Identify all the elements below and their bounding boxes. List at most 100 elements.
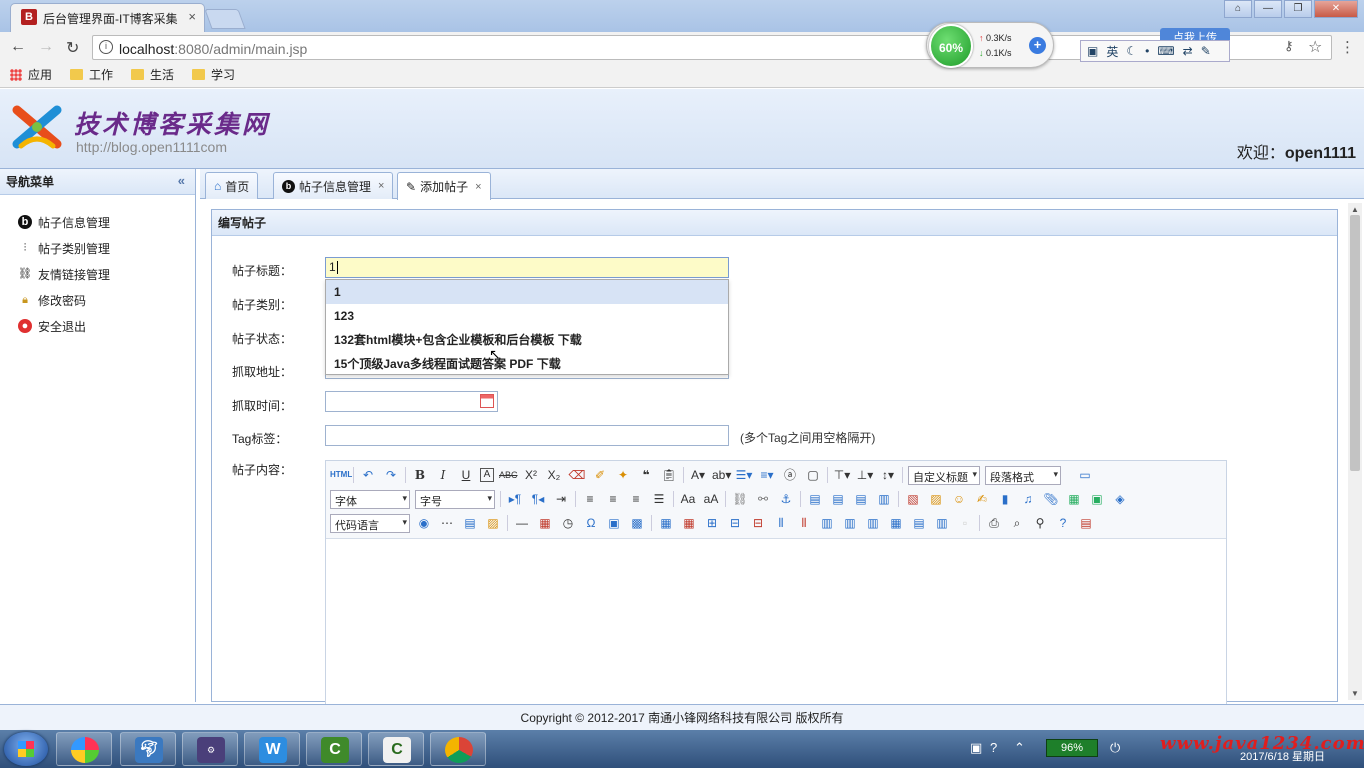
map-icon[interactable]: ▦ — [1065, 490, 1083, 508]
browser-menu-icon[interactable]: ⋮ — [1340, 38, 1355, 56]
info-icon[interactable]: i — [99, 40, 113, 54]
attachment-icon[interactable]: 📎︎ — [1042, 490, 1060, 508]
font-select[interactable]: 字体 — [330, 489, 410, 509]
scrawl-icon[interactable]: ✍ — [973, 490, 991, 508]
align-left-icon[interactable]: ≡ — [581, 490, 599, 508]
autocomplete-item[interactable]: 132套html模块+包含企业模板和后台模板 下载 — [326, 328, 728, 352]
taskbar-app-javaee[interactable]: ⚙ — [182, 732, 238, 766]
ltr-icon[interactable]: ▸¶ — [506, 490, 524, 508]
delete-col-icon[interactable]: ⫴ — [795, 514, 813, 532]
insert-table-icon[interactable]: ▦ — [657, 514, 675, 532]
help-icon[interactable]: ? — [1054, 514, 1072, 532]
merge-right-icon[interactable]: ▥ — [841, 514, 859, 532]
bookmark-life[interactable]: 生活 — [131, 66, 174, 83]
image-center-icon[interactable]: ▥ — [875, 490, 893, 508]
music-icon[interactable]: ♫ — [1019, 490, 1037, 508]
link-icon[interactable]: ⛓ — [731, 490, 749, 508]
image-left-icon[interactable]: ▤ — [829, 490, 847, 508]
underline-icon[interactable]: U — [457, 466, 475, 484]
bookmark-work[interactable]: 工作 — [70, 66, 113, 83]
subscript-icon[interactable]: X₂ — [545, 466, 563, 484]
gmap-icon[interactable]: ▣ — [1088, 490, 1106, 508]
superscript-icon[interactable]: X² — [522, 466, 540, 484]
horizontal-rule-icon[interactable]: — — [513, 514, 531, 532]
taskbar-app-mysql[interactable]: 🐬︎ — [120, 732, 176, 766]
title-input[interactable]: 1 — [325, 257, 729, 278]
search-replace-icon[interactable]: ⚲ — [1031, 514, 1049, 532]
lowercase-icon[interactable]: aA — [702, 490, 720, 508]
scroll-down-icon[interactable]: ▼ — [1351, 689, 1359, 698]
bold-icon[interactable]: B — [411, 466, 429, 484]
html-source-icon[interactable]: HTML — [330, 466, 352, 484]
web-app-icon[interactable]: ◉ — [415, 514, 433, 532]
scroll-up-icon[interactable]: ▲ — [1351, 205, 1359, 214]
fullscreen-icon[interactable]: ▭ — [1076, 466, 1094, 484]
close-tab-icon[interactable]: × — [188, 9, 196, 24]
ordered-list-icon[interactable]: ☰▾ — [735, 466, 753, 484]
tag-input[interactable] — [325, 425, 729, 446]
arrows-icon[interactable]: ⇄ — [1183, 44, 1193, 58]
undo-icon[interactable]: ↶ — [359, 466, 377, 484]
page-break-icon[interactable]: ⋯ — [438, 514, 456, 532]
user-icon[interactable]: ⌂ — [1224, 0, 1252, 18]
insert-row-icon[interactable]: ⊟ — [726, 514, 744, 532]
redo-icon[interactable]: ↷ — [382, 466, 400, 484]
wrench-icon[interactable]: ✎ — [1201, 44, 1211, 58]
strikethrough-icon[interactable]: ABC — [499, 466, 518, 484]
eraser-icon[interactable]: ⌫ — [568, 466, 586, 484]
background-icon[interactable]: ▨ — [484, 514, 502, 532]
vertical-scrollbar[interactable]: ▲ ▼ — [1348, 203, 1362, 700]
code-language-select[interactable]: 代码语言 — [330, 513, 410, 533]
delete-row-icon[interactable]: ⊟ — [749, 514, 767, 532]
indent-icon[interactable]: ⇥ — [552, 490, 570, 508]
rich-text-editor[interactable]: HTML ↶ ↷ B I U A ABC X² X₂ ⌫ ✐ ✦ ❝ 📋︎ A▾… — [325, 460, 1227, 710]
time-input[interactable] — [325, 391, 498, 412]
border-text-icon[interactable]: A — [480, 468, 494, 482]
sidebar-item-post-manage[interactable]: b 帖子信息管理 — [0, 209, 195, 235]
format-brush-icon[interactable]: ✐ — [591, 466, 609, 484]
keyboard-icon[interactable]: ⌨ — [1157, 44, 1174, 58]
image-icon[interactable]: ▧ — [904, 490, 922, 508]
network-speed-widget[interactable]: 60% ↑ 0.3K/s ↓ 0.1K/s + — [926, 22, 1054, 68]
split-rows-icon[interactable]: ▤ — [910, 514, 928, 532]
font-color-icon[interactable]: A▾ — [689, 466, 707, 484]
anchor-icon[interactable]: ⚓ — [777, 490, 795, 508]
key-icon[interactable]: ⚷ — [1284, 38, 1294, 54]
battery-indicator[interactable]: 96% — [1046, 739, 1098, 757]
wordimage-icon[interactable]: ▣ — [605, 514, 623, 532]
autocomplete-item[interactable]: 1 — [326, 280, 728, 304]
taskbar-app-windows[interactable] — [56, 732, 112, 766]
heading-select[interactable]: 自定义标题 — [908, 465, 980, 485]
quote-icon[interactable]: ❝ — [637, 466, 655, 484]
preview-icon[interactable]: ⌕ — [1008, 514, 1026, 532]
browser-tab[interactable]: B 后台管理界面-IT博客采集 × — [10, 3, 205, 32]
align-right-icon[interactable]: ≡ — [627, 490, 645, 508]
scrollbar-thumb[interactable] — [1350, 215, 1360, 471]
merge-cells-icon[interactable]: ▥ — [818, 514, 836, 532]
taskbar-app-chrome[interactable] — [430, 732, 486, 766]
bookmark-star-icon[interactable]: ☆ — [1308, 37, 1322, 57]
select-all-icon[interactable]: ⓐ — [781, 466, 799, 484]
taskbar-clock[interactable]: 2017/6/18 星期日 — [1240, 748, 1325, 764]
taskbar-app-camtasia-2[interactable]: C — [368, 732, 424, 766]
clear-doc-icon[interactable]: ▢ — [804, 466, 822, 484]
paste-text-icon[interactable]: 📋︎ — [660, 466, 678, 484]
close-window-button[interactable]: ✕ — [1314, 0, 1358, 18]
row-spacing-top-icon[interactable]: ⊤▾ — [833, 466, 851, 484]
reload-icon[interactable]: ↻ — [66, 38, 79, 58]
bookmark-study[interactable]: 学习 — [192, 66, 235, 83]
split-cells-icon[interactable]: ▦ — [887, 514, 905, 532]
bookmark-apps[interactable]: 应用 — [10, 66, 52, 83]
plus-icon[interactable]: + — [1029, 37, 1046, 54]
merge-down-icon[interactable]: ▥ — [864, 514, 882, 532]
back-icon[interactable]: ← — [10, 38, 26, 56]
uppercase-icon[interactable]: Aa — [679, 490, 697, 508]
tray-help-icon[interactable]: ? — [990, 740, 997, 755]
insert-frame-icon[interactable]: ◈ — [1111, 490, 1129, 508]
tray-screen-icon[interactable]: ▣ — [970, 740, 982, 756]
size-select[interactable]: 字号 — [415, 489, 495, 509]
chart-icon[interactable]: ▫ — [956, 514, 974, 532]
align-center-icon[interactable]: ≡ — [604, 490, 622, 508]
row-spacing-bottom-icon[interactable]: ⊥▾ — [856, 466, 874, 484]
tab-home[interactable]: ⌂ 首页 — [205, 172, 259, 199]
